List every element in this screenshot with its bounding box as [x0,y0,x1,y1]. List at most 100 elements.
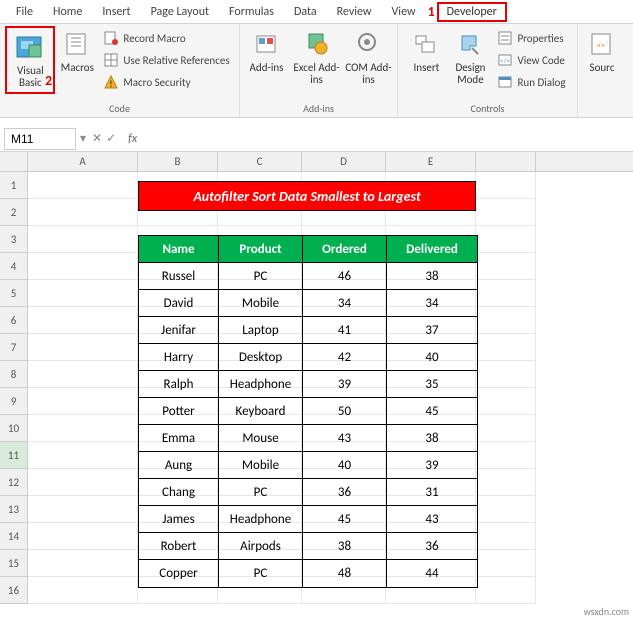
enter-icon[interactable]: ✓ [106,131,116,146]
table-cell[interactable]: 40 [387,344,477,371]
tab-data[interactable]: Data [284,2,327,22]
cell[interactable] [476,469,536,496]
cell[interactable] [28,577,138,604]
table-cell[interactable]: 45 [387,398,477,425]
table-cell[interactable]: 39 [303,371,387,398]
col-D[interactable]: D [302,152,386,171]
col-E[interactable]: E [386,152,476,171]
cell[interactable] [476,334,536,361]
cell[interactable] [28,388,138,415]
cell[interactable] [476,577,536,604]
table-cell[interactable]: 43 [387,506,477,533]
tab-home[interactable]: Home [43,2,92,22]
row-header[interactable]: 16 [0,577,28,604]
table-cell[interactable]: David [139,290,219,317]
row-header[interactable]: 7 [0,334,28,361]
table-cell[interactable]: 42 [303,344,387,371]
relative-refs-button[interactable]: Use Relative References [103,50,229,70]
row-header[interactable]: 2 [0,199,28,226]
table-cell[interactable]: Headphone [219,506,303,533]
cell[interactable] [476,550,536,577]
row-header[interactable]: 6 [0,307,28,334]
cell[interactable] [476,199,536,226]
table-cell[interactable]: Laptop [219,317,303,344]
addins-button[interactable]: Add-ins [243,26,291,76]
macros-button[interactable]: Macros [55,26,99,76]
row-header[interactable]: 3 [0,226,28,253]
cell[interactable] [476,523,536,550]
table-cell[interactable]: Headphone [219,371,303,398]
th-name[interactable]: Name [139,236,219,263]
cell[interactable] [28,172,138,199]
table-cell[interactable]: 37 [387,317,477,344]
table-cell[interactable]: Ralph [139,371,219,398]
row-header[interactable]: 10 [0,415,28,442]
table-cell[interactable]: James [139,506,219,533]
table-cell[interactable]: 38 [387,263,477,290]
row-header[interactable]: 8 [0,361,28,388]
table-cell[interactable]: 34 [387,290,477,317]
table-cell[interactable]: Mouse [219,425,303,452]
cell[interactable] [28,523,138,550]
tab-view[interactable]: View [382,2,426,22]
formula-input[interactable] [143,128,633,150]
cell[interactable] [476,496,536,523]
cell[interactable] [476,280,536,307]
table-cell[interactable]: Jenifar [139,317,219,344]
fx-label[interactable]: fx [122,132,143,146]
cell[interactable] [28,550,138,577]
cell[interactable] [28,280,138,307]
table-cell[interactable]: 39 [387,452,477,479]
table-cell[interactable]: Mobile [219,290,303,317]
table-cell[interactable]: PC [219,479,303,506]
table-cell[interactable]: 48 [303,560,387,587]
col-A[interactable]: A [28,152,138,171]
properties-button[interactable]: Properties [497,28,565,48]
excel-addins-button[interactable]: Excel Add-ins [291,26,343,88]
tab-formulas[interactable]: Formulas [219,2,284,22]
source-button[interactable]: <> Sourc [582,26,622,76]
insert-control-button[interactable]: Insert [405,26,447,76]
table-cell[interactable]: 45 [303,506,387,533]
table-cell[interactable]: 36 [303,479,387,506]
select-all[interactable] [0,152,28,171]
name-box[interactable] [4,128,76,150]
th-delivered[interactable]: Delivered [387,236,477,263]
run-dialog-button[interactable]: Run Dialog [497,72,565,92]
col-C[interactable]: C [218,152,302,171]
table-cell[interactable]: Keyboard [219,398,303,425]
cell[interactable] [476,226,536,253]
table-cell[interactable]: Copper [139,560,219,587]
row-header[interactable]: 4 [0,253,28,280]
table-cell[interactable]: PC [219,560,303,587]
table-cell[interactable]: 34 [303,290,387,317]
table-cell[interactable]: 50 [303,398,387,425]
cell[interactable] [28,226,138,253]
tab-file[interactable]: File [6,2,43,22]
table-cell[interactable]: PC [219,263,303,290]
table-cell[interactable]: 38 [303,533,387,560]
design-mode-button[interactable]: Design Mode [447,26,493,88]
table-cell[interactable]: 35 [387,371,477,398]
table-cell[interactable]: Robert [139,533,219,560]
table-cell[interactable]: 38 [387,425,477,452]
table-cell[interactable]: Russel [139,263,219,290]
cell[interactable] [28,496,138,523]
cell[interactable] [476,442,536,469]
cell[interactable] [476,415,536,442]
row-header[interactable]: 14 [0,523,28,550]
cell[interactable] [28,361,138,388]
cell[interactable] [476,253,536,280]
record-macro-button[interactable]: Record Macro [103,28,229,48]
row-header[interactable]: 12 [0,469,28,496]
row-header[interactable]: 13 [0,496,28,523]
table-cell[interactable]: Harry [139,344,219,371]
cell[interactable] [28,307,138,334]
cell[interactable] [28,442,138,469]
table-cell[interactable]: 41 [303,317,387,344]
table-cell[interactable]: 31 [387,479,477,506]
cell[interactable] [476,388,536,415]
tab-developer[interactable]: Developer [437,2,507,22]
table-cell[interactable]: Airpods [219,533,303,560]
table-cell[interactable]: 36 [387,533,477,560]
